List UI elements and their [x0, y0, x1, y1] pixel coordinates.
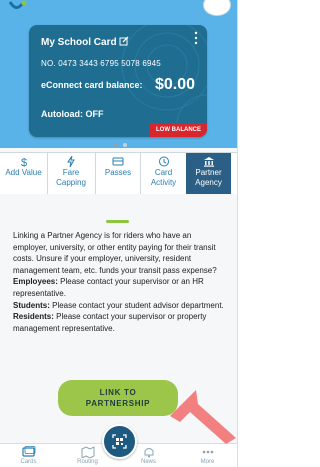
tab-partner-agency[interactable]: Partner Agency [186, 153, 231, 195]
tab-label-2: Agency [195, 178, 222, 187]
tab-label: Passes [104, 168, 132, 177]
students-label: Students: [13, 300, 50, 310]
bell-icon [144, 448, 153, 458]
low-balance-badge: LOW BALANCE [150, 123, 207, 137]
more-options-icon[interactable] [194, 31, 198, 45]
sheet-handle [106, 220, 129, 223]
info-intro: Linking a Partner Agency is for riders w… [13, 231, 217, 275]
nav-more[interactable]: More [185, 444, 230, 467]
qr-scan-icon [112, 434, 127, 449]
nav-label: Cards [20, 459, 37, 465]
bank-icon [203, 157, 214, 167]
clock-icon [158, 156, 169, 167]
transit-card[interactable]: My School Card NO. 0473 3443 6795 5078 6… [29, 25, 207, 137]
residents-label: Residents: [13, 312, 54, 322]
pass-icon [112, 157, 124, 166]
link-to-partnership-button[interactable]: LINK TO PARTNERSHIP [58, 380, 178, 416]
tab-add-value[interactable]: $ Add Value [0, 153, 48, 195]
edit-icon[interactable] [119, 36, 129, 46]
svg-text:$: $ [20, 157, 26, 167]
balance-label: eConnect card balance: [41, 80, 143, 90]
button-line-1: LINK TO [99, 388, 137, 397]
nav-label: Routing [77, 459, 98, 465]
card-actions-tabs: $ Add Value Fare Capping Passes Card Activ… [0, 152, 237, 196]
tab-label: Add Value [5, 168, 42, 177]
tab-fare-capping[interactable]: Fare Capping [47, 153, 96, 195]
nav-label: More [200, 459, 215, 465]
tab-passes[interactable]: Passes [96, 153, 141, 195]
tab-label-2: Capping [56, 178, 86, 187]
avatar[interactable] [203, 0, 231, 16]
partner-info-text: Linking a Partner Agency is for riders w… [13, 230, 227, 334]
card-number: NO. 0473 3443 6795 5078 6945 [41, 59, 161, 68]
tab-label-2: Activity [150, 178, 177, 187]
nav-label: News [140, 459, 156, 465]
students-text: Please contact your student advisor depa… [49, 300, 224, 310]
cards-icon [21, 446, 35, 457]
tab-label: Card [154, 168, 173, 177]
lightning-icon [67, 156, 75, 167]
carousel-dot[interactable] [114, 143, 118, 147]
tab-label: Fare [62, 168, 80, 177]
scan-qr-button[interactable] [102, 424, 137, 459]
header-band: My School Card NO. 0473 3443 6795 5078 6… [0, 0, 237, 148]
dollar-icon: $ [20, 157, 26, 167]
autoload-status: Autoload: OFF [41, 109, 104, 119]
carousel-dot[interactable] [123, 143, 127, 147]
pointer-arrow-icon [170, 390, 236, 444]
carousel-dots [111, 143, 131, 147]
more-icon [202, 450, 213, 454]
balance-value: $0.00 [154, 76, 195, 93]
button-line-2: PARTNERSHIP [85, 399, 151, 408]
tab-card-activity[interactable]: Card Activity [141, 153, 186, 195]
tab-label: Partner [195, 168, 222, 177]
logo-icon [8, 0, 27, 9]
map-icon [81, 446, 94, 458]
nav-cards[interactable]: Cards [6, 444, 51, 467]
card-title: My School Card [41, 37, 117, 48]
employees-label: Employees: [13, 277, 58, 287]
